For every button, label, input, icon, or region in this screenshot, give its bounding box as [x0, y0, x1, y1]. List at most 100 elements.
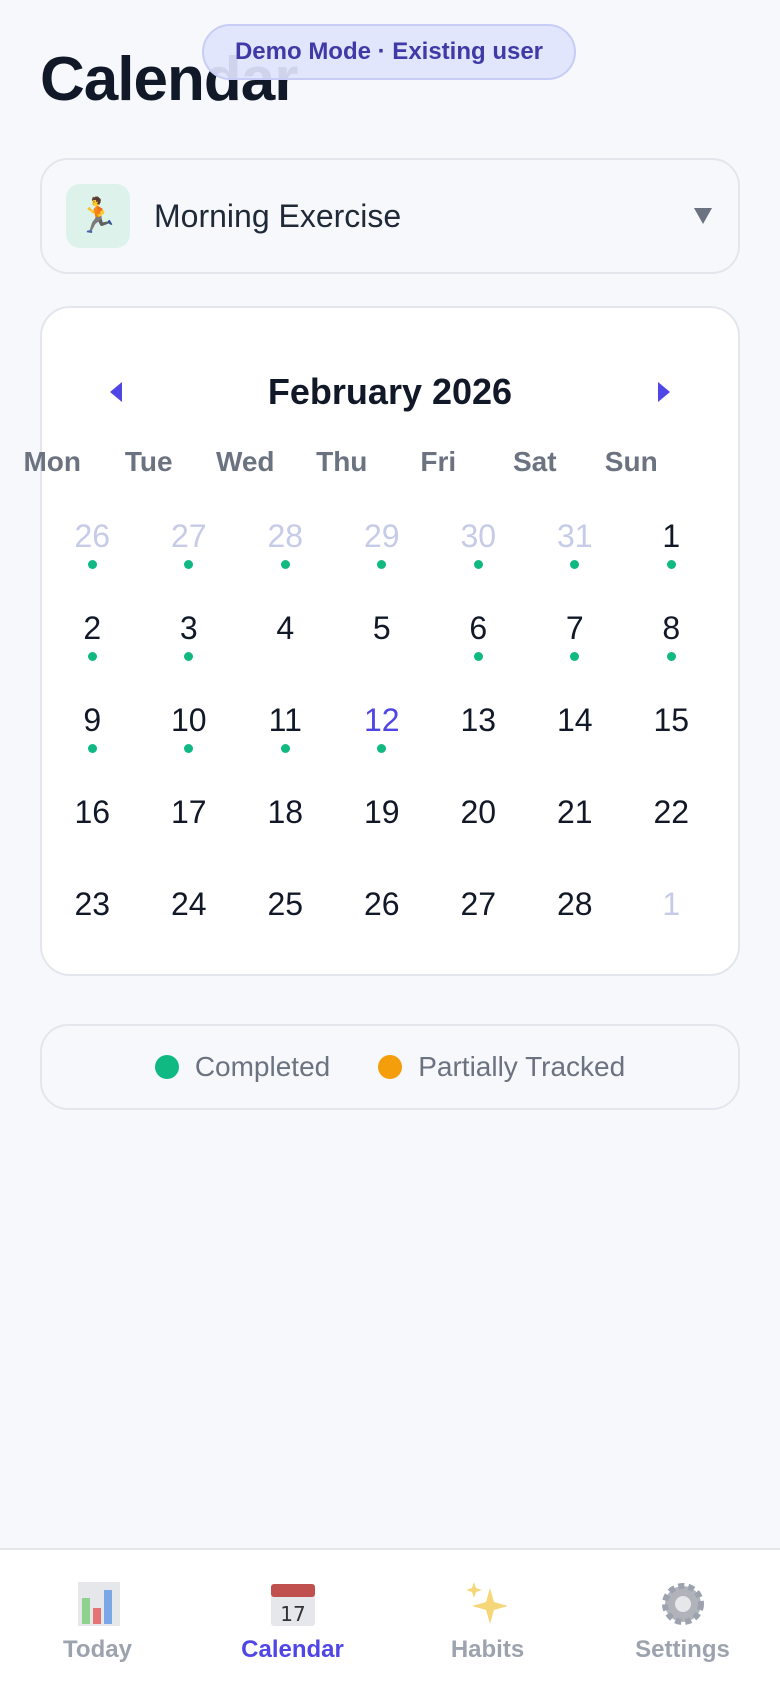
previous-month-button[interactable]: [86, 362, 146, 422]
calendar-day[interactable]: 26: [44, 504, 141, 596]
weekday-label: Wed: [215, 446, 275, 477]
calendar-day[interactable]: 26: [334, 872, 431, 964]
calendar-day[interactable]: 16: [44, 780, 141, 872]
day-number: 26: [74, 518, 111, 554]
tab-label: Settings: [635, 1636, 730, 1663]
calendar-day[interactable]: 22: [623, 780, 720, 872]
day-number: 1: [662, 518, 681, 554]
calendar-day[interactable]: 15: [623, 688, 720, 780]
calendar-day[interactable]: 13: [430, 688, 527, 780]
day-number: 5: [372, 610, 391, 646]
calendar-day[interactable]: 1: [623, 872, 720, 964]
next-month-button[interactable]: [634, 362, 694, 422]
weekday-label: Sat: [512, 446, 557, 477]
calendar-day[interactable]: 18: [237, 780, 334, 872]
chevron-left-icon: [110, 382, 122, 402]
tab-habits[interactable]: Habits: [390, 1550, 585, 1690]
running-person-icon: 🏃: [66, 184, 130, 248]
tab-label: Calendar: [241, 1636, 344, 1663]
day-number: 27: [460, 886, 497, 922]
day-number: 14: [556, 702, 593, 738]
completed-dot-icon: [666, 652, 676, 661]
calendar-day-today[interactable]: 12: [334, 688, 431, 780]
day-number: 24: [170, 886, 207, 922]
weekday-label: Thu: [316, 446, 368, 477]
weekday-label: Tue: [124, 446, 173, 477]
day-number: 28: [556, 886, 593, 922]
day-number: 30: [460, 518, 497, 554]
completed-dot-icon: [280, 560, 290, 569]
day-number: 6: [469, 610, 488, 646]
calendar-day[interactable]: 27: [141, 504, 238, 596]
day-number: 18: [267, 794, 304, 830]
weekday-label: Fri: [420, 446, 457, 477]
calendar-day[interactable]: 27: [430, 872, 527, 964]
tab-today[interactable]: Today: [0, 1550, 195, 1690]
calendar-day[interactable]: 21: [527, 780, 624, 872]
calendar-days-grid: 26 27 28 29 30 31 1 2 3 4 5 6 7 8 9 10 11 12 13 14 15 16 17 18 1…: [44, 504, 734, 964]
day-number: 10: [170, 702, 207, 738]
calendar-day[interactable]: 5: [334, 596, 431, 688]
completed-dot-icon: [473, 560, 483, 569]
calendar-day[interactable]: 31: [527, 504, 624, 596]
calendar-day[interactable]: 11: [237, 688, 334, 780]
calendar-day[interactable]: 4: [237, 596, 334, 688]
completed-dot-icon: [570, 652, 580, 661]
completed-dot-icon: [377, 560, 387, 569]
tab-label: Today: [63, 1636, 132, 1663]
calendar-day[interactable]: 8: [623, 596, 720, 688]
chevron-down-icon: [694, 208, 712, 224]
calendar-day[interactable]: 19: [334, 780, 431, 872]
tab-calendar[interactable]: 17 Calendar: [195, 1550, 390, 1690]
calendar-day[interactable]: 7: [527, 596, 624, 688]
completed-dot-icon: [570, 560, 580, 569]
day-number: 2: [83, 610, 102, 646]
calendar-day[interactable]: 9: [44, 688, 141, 780]
day-number: 7: [565, 610, 584, 646]
demo-mode-badge: Demo Mode · Existing user: [202, 24, 576, 80]
calendar-day[interactable]: 28: [527, 872, 624, 964]
calendar-day[interactable]: 24: [141, 872, 238, 964]
day-number: 19: [363, 794, 400, 830]
calendar-day[interactable]: 10: [141, 688, 238, 780]
legend-item-completed: Completed: [154, 1051, 331, 1083]
day-number: 3: [179, 610, 198, 646]
completed-dot-icon: [154, 1055, 179, 1079]
tab-settings[interactable]: Settings: [585, 1550, 780, 1690]
calendar-day[interactable]: 2: [44, 596, 141, 688]
completed-dot-icon: [280, 744, 290, 753]
calendar-day[interactable]: 1: [623, 504, 720, 596]
completed-dot-icon: [666, 560, 676, 569]
day-number: 31: [556, 518, 593, 554]
calendar-day[interactable]: 25: [237, 872, 334, 964]
completed-dot-icon: [473, 652, 483, 661]
legend-item-partial: Partially Tracked: [378, 1051, 625, 1083]
svg-text:17: 17: [280, 1602, 305, 1626]
day-number: 29: [363, 518, 400, 554]
legend-label: Completed: [194, 1051, 331, 1082]
calendar-day[interactable]: 20: [430, 780, 527, 872]
calendar-day[interactable]: 3: [141, 596, 238, 688]
day-number: 16: [74, 794, 111, 830]
calendar-day[interactable]: 30: [430, 504, 527, 596]
bar-chart-icon: [77, 1582, 120, 1626]
calendar-day[interactable]: 17: [141, 780, 238, 872]
day-number: 22: [653, 794, 690, 830]
calendar-day[interactable]: 29: [334, 504, 431, 596]
bottom-tab-bar: Today 17 Calendar Habits Settings: [0, 1548, 780, 1690]
calendar-day[interactable]: 23: [44, 872, 141, 964]
weekday-label: Sun: [604, 446, 658, 477]
calendar-day[interactable]: 6: [430, 596, 527, 688]
legend-label: Partially Tracked: [418, 1051, 626, 1082]
day-number: 20: [460, 794, 497, 830]
day-number: 17: [170, 794, 207, 830]
completed-dot-icon: [87, 652, 97, 661]
habit-selector-label: Morning Exercise: [154, 197, 402, 234]
habit-selector[interactable]: 🏃 Morning Exercise: [40, 158, 740, 274]
weekday-label: Mon: [23, 446, 82, 477]
day-number: 12: [363, 702, 400, 738]
gear-icon: [661, 1583, 704, 1625]
month-title: February 2026: [267, 371, 513, 412]
calendar-day[interactable]: 28: [237, 504, 334, 596]
calendar-day[interactable]: 14: [527, 688, 624, 780]
